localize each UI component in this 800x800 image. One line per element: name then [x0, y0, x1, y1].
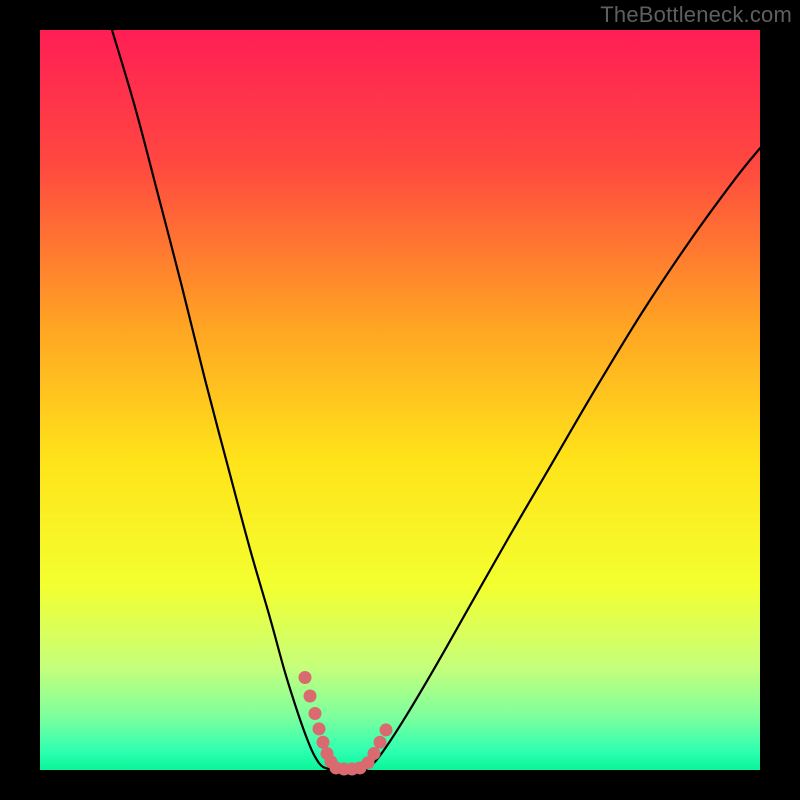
marker-left-dots: [313, 722, 326, 735]
marker-left-dots: [304, 690, 317, 703]
chart-canvas: [0, 0, 800, 800]
marker-right-dots: [380, 723, 393, 736]
plot-background: [40, 30, 760, 770]
marker-right-dots: [368, 747, 381, 760]
marker-left-dots: [299, 671, 312, 684]
marker-right-dots: [374, 736, 387, 749]
chart-frame: TheBottleneck.com: [0, 0, 800, 800]
marker-left-dots: [309, 707, 322, 720]
watermark-text: TheBottleneck.com: [600, 2, 792, 28]
marker-left-dots: [317, 736, 330, 749]
